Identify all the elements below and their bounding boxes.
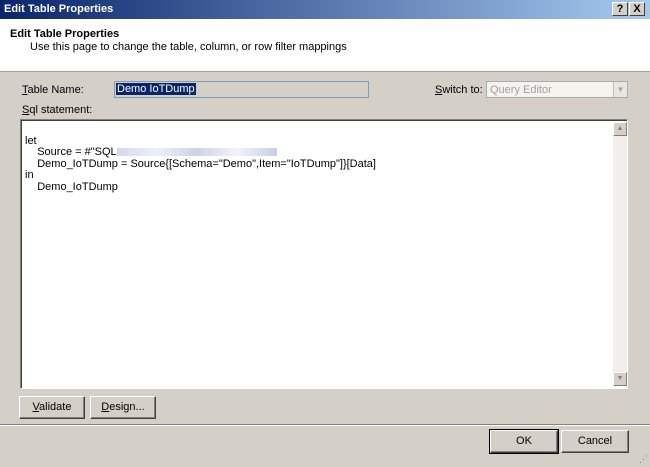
design-button[interactable]: Design... [90, 396, 156, 419]
header-title: Edit Table Properties [10, 28, 120, 40]
help-button[interactable]: ? [612, 2, 628, 16]
switch-to-dropdown[interactable]: Query Editor ▼ [486, 81, 628, 98]
window-title: Edit Table Properties [4, 3, 114, 15]
chevron-down-icon: ▼ [613, 82, 627, 97]
scroll-down-icon[interactable]: ▼ [613, 372, 627, 386]
sql-statement-label: Sql statement: [22, 104, 93, 116]
sql-code: let Source = #"SQL Demo_IoTDump = Source… [25, 124, 376, 216]
close-button[interactable]: X [629, 2, 645, 16]
table-name-field[interactable]: Demo IoTDump [114, 81, 369, 98]
table-name-label: Table Name: [22, 84, 84, 96]
code-line: Demo_IoTDump [25, 180, 118, 193]
switch-to-value: Query Editor [490, 84, 552, 96]
header-subtitle: Use this page to change the table, colum… [30, 41, 347, 53]
code-line: in [25, 169, 34, 181]
cancel-button[interactable]: Cancel [561, 430, 629, 453]
help-icon: ? [616, 3, 624, 15]
validate-button[interactable]: Validate [19, 396, 85, 419]
sql-editor[interactable]: let Source = #"SQL Demo_IoTDump = Source… [20, 119, 628, 389]
separator [0, 424, 650, 426]
header-panel: Edit Table Properties Use this page to c… [0, 19, 650, 72]
vertical-scrollbar[interactable]: ▲ ▼ [613, 122, 627, 386]
code-line: Source = #"SQL [25, 146, 376, 159]
title-bar: Edit Table Properties ? X [0, 0, 650, 19]
table-name-value: Demo IoTDump [116, 83, 196, 95]
switch-to-label: Switch to: [435, 84, 483, 96]
resize-grip-icon[interactable]: ⋰ [639, 454, 648, 465]
scroll-up-icon[interactable]: ▲ [613, 122, 627, 136]
ok-button[interactable]: OK [489, 429, 559, 454]
redacted-connection [116, 148, 277, 157]
close-icon: X [633, 3, 641, 15]
code-line: Demo_IoTDump = Source{[Schema="Demo",Ite… [25, 157, 376, 170]
